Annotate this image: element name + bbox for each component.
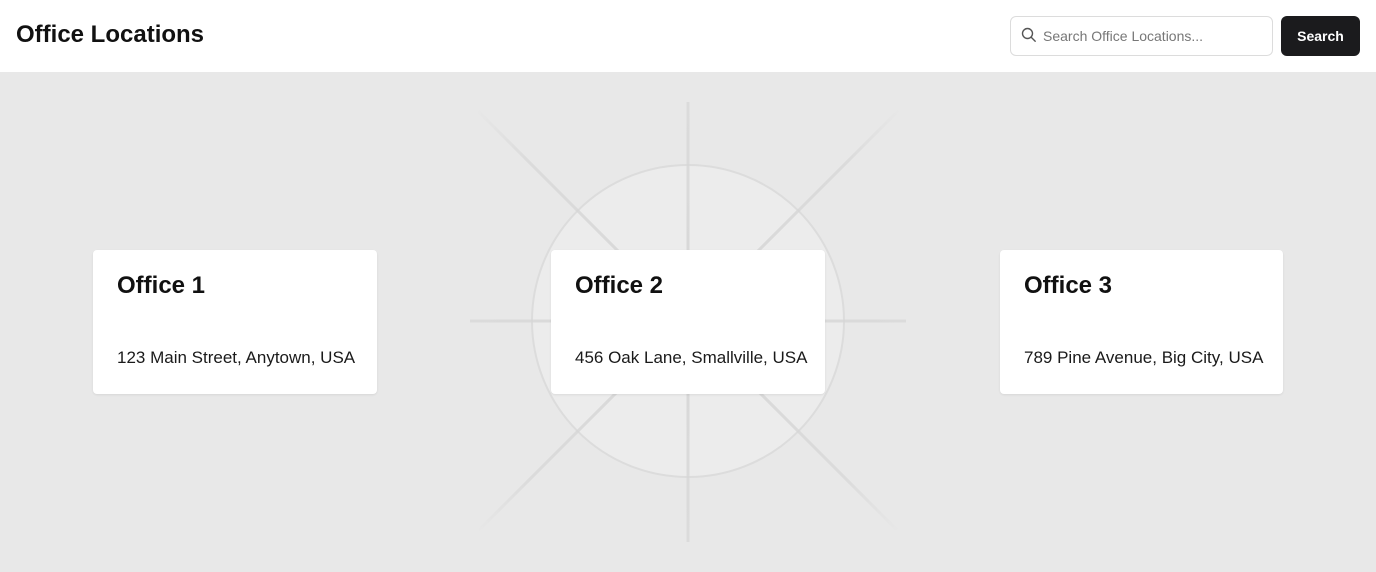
office-address: 456 Oak Lane, Smallville, USA <box>575 348 808 367</box>
search-icon <box>1021 27 1037 43</box>
search-box[interactable] <box>1010 16 1273 56</box>
office-map-area: Office 1 123 Main Street, Anytown, USA O… <box>0 72 1376 572</box>
office-address: 789 Pine Avenue, Big City, USA <box>1024 348 1264 367</box>
top-bar: Office Locations Search <box>0 0 1376 72</box>
office-name: Office 1 <box>117 272 206 299</box>
office-address: 123 Main Street, Anytown, USA <box>117 348 356 367</box>
office-name: Office 2 <box>575 272 664 299</box>
search-button[interactable]: Search <box>1281 16 1360 56</box>
search-input[interactable] <box>1043 17 1269 55</box>
office-card[interactable]: Office 2 456 Oak Lane, Smallville, USA <box>551 250 825 394</box>
office-card[interactable]: Office 1 123 Main Street, Anytown, USA <box>93 250 377 394</box>
office-name: Office 3 <box>1024 272 1113 299</box>
page-title: Office Locations <box>16 21 205 48</box>
office-card[interactable]: Office 3 789 Pine Avenue, Big City, USA <box>1000 250 1283 394</box>
